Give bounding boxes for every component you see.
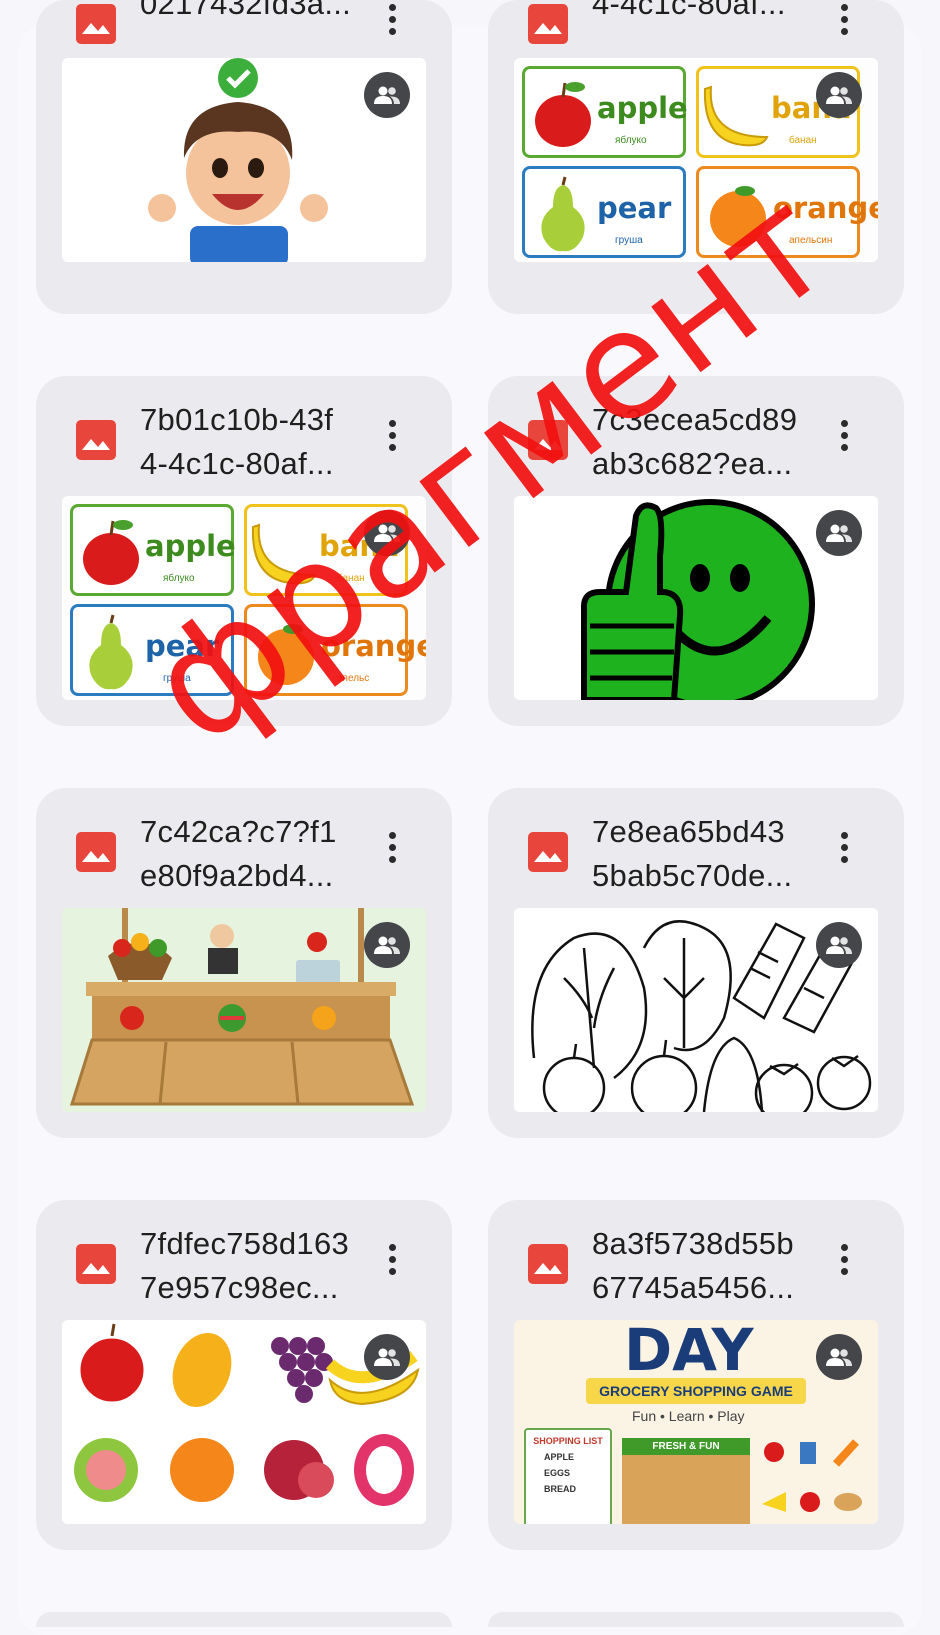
file-card-partial[interactable] [488,1612,904,1627]
shared-icon [364,922,410,968]
file-thumbnail[interactable] [514,908,878,1112]
image-file-icon [528,1244,568,1284]
file-name: 7b01c10b-43f 4-4c1c-80af... [140,402,334,481]
poster-title: DAY [624,1320,754,1384]
flashcard-orange: orange апельс [244,604,426,696]
file-card[interactable]: 8a3f5738d55b 67745a5456... DAY GROCERY SH… [488,1200,904,1550]
file-name: 7c3ecea5cd89 ab3c682?ea... [592,402,798,481]
shopping-list: SHOPPING LIST APPLE EGGS BREAD [524,1428,612,1524]
flashcard-orange: orange апельсин [696,166,878,258]
shopping-list-item: BREAD [544,1484,577,1494]
file-card[interactable]: 7b01c10b-43f 4-4c1c-80af... apple яблуко … [36,376,452,726]
file-name: 4-4c1c-80af... [592,0,786,21]
file-card[interactable]: 4-4c1c-80af... apple яблуко bana банан p… [488,0,904,314]
file-thumbnail[interactable] [514,496,878,700]
more-options-icon[interactable] [832,1240,856,1284]
flashcard-apple: apple яблуко [70,504,236,596]
file-name: 7e8ea65bd43 5bab5c70de... [592,814,793,893]
shopping-list-item: EGGS [544,1468,571,1478]
shopping-list-item: APPLE [544,1452,575,1462]
more-options-icon[interactable] [380,0,404,44]
shop-sign: FRESH & FUN [622,1438,750,1455]
file-card[interactable]: 0217432fd3a... [36,0,452,314]
file-card-header: 7e8ea65bd43 5bab5c70de... [488,788,904,908]
file-card-partial[interactable] [36,1612,452,1627]
image-file-icon [528,4,568,44]
file-card-header: 7c42ca?c7?f1 e80f9a2bd4... [36,788,452,908]
file-card[interactable]: 7e8ea65bd43 5bab5c70de... [488,788,904,1138]
file-name: 0217432fd3a... [140,0,352,21]
file-card-header: 7fdfec758d163 7e957c98ec... [36,1200,452,1320]
poster-banner: GROCERY SHOPPING GAME [586,1378,806,1404]
shared-icon [364,510,410,556]
file-card-header: 7c3ecea5cd89 ab3c682?ea... [488,376,904,496]
file-card[interactable]: 7c42ca?c7?f1 e80f9a2bd4... [36,788,452,1138]
image-file-icon [76,420,116,460]
more-options-icon[interactable] [832,0,856,44]
file-thumbnail[interactable] [62,1320,426,1524]
file-card-header: 8a3f5738d55b 67745a5456... [488,1200,904,1320]
shared-icon [816,510,862,556]
file-card[interactable]: 7fdfec758d163 7e957c98ec... [36,1200,452,1550]
shared-icon [364,1334,410,1380]
shop-stand: FRESH & FUN [622,1438,750,1524]
more-options-icon[interactable] [380,828,404,872]
more-options-icon[interactable] [380,1240,404,1284]
file-card-header: 7b01c10b-43f 4-4c1c-80af... [36,376,452,496]
file-thumbnail[interactable]: DAY GROCERY SHOPPING GAME Fun • Learn • … [514,1320,878,1524]
more-options-icon[interactable] [832,828,856,872]
file-thumbnail[interactable]: apple яблуко bana банан pear груша orang… [62,496,426,700]
shared-icon [364,72,410,118]
file-card[interactable]: 7c3ecea5cd89 ab3c682?ea... [488,376,904,726]
flashcard-pear: pear груша [70,604,234,696]
file-name: 7fdfec758d163 7e957c98ec... [140,1226,350,1305]
image-file-icon [76,1244,116,1284]
file-name: 7c42ca?c7?f1 e80f9a2bd4... [140,814,337,893]
shared-icon [816,1334,862,1380]
poster-tagline: Fun • Learn • Play [632,1408,745,1424]
grocery-items-grid [762,1439,862,1512]
file-thumbnail[interactable] [62,908,426,1112]
image-file-icon [76,832,116,872]
shopping-list-title: SHOPPING LIST [533,1436,603,1446]
flashcard-pear: pear груша [522,166,686,258]
image-file-icon [528,420,568,460]
file-thumbnail[interactable] [62,58,426,262]
more-options-icon[interactable] [832,416,856,460]
image-file-icon [528,832,568,872]
image-file-icon [76,4,116,44]
shared-icon [816,72,862,118]
file-name: 8a3f5738d55b 67745a5456... [592,1226,795,1305]
flashcard-apple: apple яблуко [522,66,688,158]
shared-icon [816,922,862,968]
file-thumbnail[interactable]: apple яблуко bana банан pear груша orang… [514,58,878,262]
more-options-icon[interactable] [380,416,404,460]
